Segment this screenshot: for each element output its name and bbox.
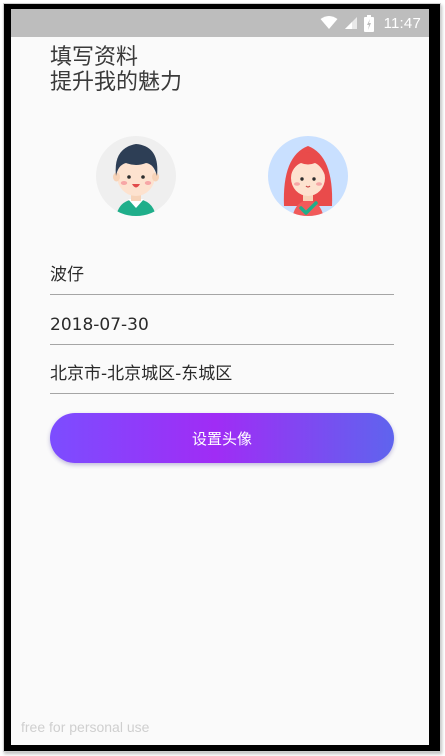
battery-icon bbox=[363, 14, 374, 32]
app-screen: 11:47 填写资料 提升我的魅力 波仔 2018-07-30 北京市-北京城区… bbox=[11, 9, 429, 745]
birthday-field[interactable]: 2018-07-30 bbox=[50, 306, 394, 345]
female-avatar-icon bbox=[283, 146, 333, 216]
avatar-option-female[interactable] bbox=[268, 136, 348, 216]
status-bar: 11:47 bbox=[11, 9, 429, 37]
avatar-option-male[interactable] bbox=[96, 136, 176, 216]
wifi-icon bbox=[320, 16, 338, 29]
page-title-line-1: 填写资料 bbox=[50, 45, 139, 70]
birthday-value[interactable]: 2018-07-30 bbox=[50, 314, 149, 336]
region-value[interactable]: 北京市-北京城区-东城区 bbox=[50, 363, 232, 385]
male-avatar-icon bbox=[113, 144, 159, 216]
status-icons: 11:47 bbox=[320, 13, 421, 33]
set-avatar-button[interactable]: 设置头像 bbox=[50, 413, 394, 463]
status-time: 11:47 bbox=[383, 14, 421, 32]
nickname-field[interactable]: 波仔 bbox=[50, 256, 394, 295]
region-field[interactable]: 北京市-北京城区-东城区 bbox=[50, 355, 394, 394]
page-title-line-2: 提升我的魅力 bbox=[50, 70, 183, 95]
page-title: 填写资料 提升我的魅力 bbox=[50, 45, 182, 95]
nickname-value[interactable]: 波仔 bbox=[50, 264, 84, 286]
signal-icon bbox=[344, 17, 357, 29]
watermark: free for personal use bbox=[21, 719, 150, 735]
device-frame: 11:47 填写资料 提升我的魅力 波仔 2018-07-30 北京市-北京城区… bbox=[3, 3, 441, 752]
